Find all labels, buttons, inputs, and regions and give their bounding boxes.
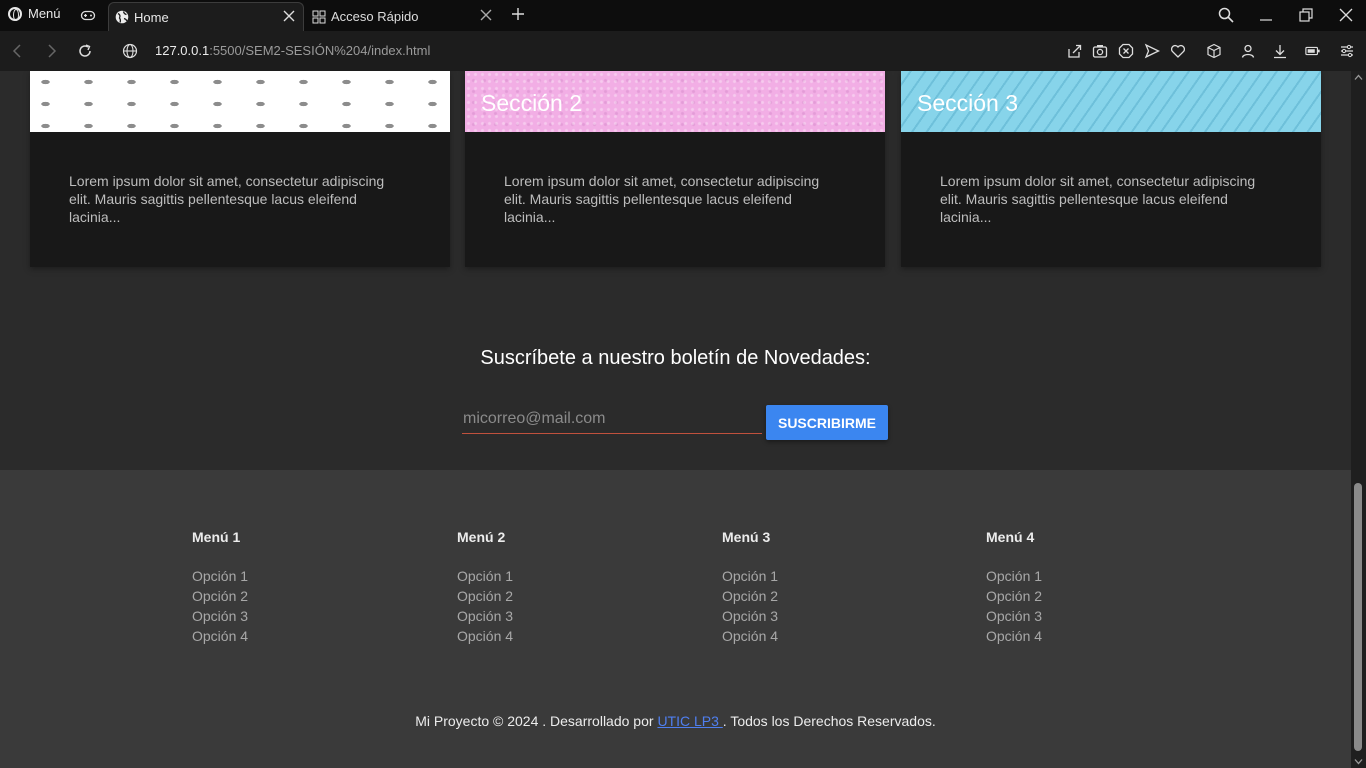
tab-close-icon[interactable] xyxy=(283,10,295,22)
subscribe-button[interactable]: SUSCRIBIRME xyxy=(766,405,888,440)
footer-menu-item[interactable]: Opción 2 xyxy=(722,586,922,606)
footer-menu-item[interactable]: Opción 1 xyxy=(457,566,657,586)
footer-menu-3: Menú 3 Opción 1 Opción 2 Opción 3 Opción… xyxy=(722,529,922,646)
download-icon[interactable] xyxy=(1272,43,1288,59)
send-icon[interactable] xyxy=(1144,43,1160,59)
footer-menu-item[interactable]: Opción 3 xyxy=(457,606,657,626)
footer: Menú 1 Opción 1 Opción 2 Opción 3 Opción… xyxy=(0,470,1351,768)
footer-menu-4: Menú 4 Opción 1 Opción 2 Opción 3 Opción… xyxy=(986,529,1186,646)
tab-home[interactable]: Home xyxy=(108,2,304,31)
section-card-1: Lorem ipsum dolor sit amet, consectetur … xyxy=(30,71,450,267)
url-path: :5500/SEM2-SESIÓN%204/index.html xyxy=(209,43,431,58)
footer-menu-item[interactable]: Opción 1 xyxy=(722,566,922,586)
footer-menu-2: Menú 2 Opción 1 Opción 2 Opción 3 Opción… xyxy=(457,529,657,646)
battery-saver-icon[interactable] xyxy=(1305,43,1321,59)
footer-menu-item[interactable]: Opción 3 xyxy=(192,606,392,626)
newsletter-title: Suscríbete a nuestro boletín de Novedade… xyxy=(480,347,871,369)
footer-menu-list: Opción 1 Opción 2 Opción 3 Opción 4 xyxy=(986,566,1186,646)
copyright-prefix: Mi Proyecto © 2024 . Desarrollado por xyxy=(415,713,658,729)
opera-logo-icon xyxy=(8,6,22,21)
back-icon[interactable] xyxy=(10,43,26,59)
footer-menu-list: Opción 1 Opción 2 Opción 3 Opción 4 xyxy=(192,566,392,646)
tab-title: Home xyxy=(134,9,169,25)
footer-menu-title: Menú 2 xyxy=(457,529,506,545)
footer-menu-item[interactable]: Opción 2 xyxy=(192,586,392,606)
globe-icon xyxy=(115,10,129,24)
browser-tab-bar: Menú Home Acceso Rápido xyxy=(0,0,1366,31)
scroll-down-icon[interactable] xyxy=(1354,757,1363,766)
adblock-icon[interactable] xyxy=(1118,43,1134,59)
close-window-icon[interactable] xyxy=(1337,6,1355,24)
utic-link[interactable]: UTIC LP3 xyxy=(657,713,722,729)
footer-menu-list: Opción 1 Opción 2 Opción 3 Opción 4 xyxy=(722,566,922,646)
footer-menu-item[interactable]: Opción 4 xyxy=(722,626,922,646)
footer-menu-title: Menú 4 xyxy=(986,529,1035,545)
scroll-up-icon[interactable] xyxy=(1354,73,1363,82)
footer-menu-item[interactable]: Opción 4 xyxy=(192,626,392,646)
new-tab-icon[interactable] xyxy=(510,6,526,22)
heart-icon[interactable] xyxy=(1170,43,1186,59)
url-host: 127.0.0.1 xyxy=(155,43,210,58)
footer-menu-title: Menú 3 xyxy=(722,529,771,545)
footer-menu-item[interactable]: Opción 1 xyxy=(192,566,392,586)
easy-setup-icon[interactable] xyxy=(1339,43,1355,59)
section-image: Sección 3 xyxy=(901,71,1321,132)
section-card-2: Sección 2 Lorem ipsum dolor sit amet, co… xyxy=(465,71,885,267)
tab-close-icon[interactable] xyxy=(480,9,492,21)
address-bar: 127.0.0.1:5500/SEM2-SESIÓN%204/index.htm… xyxy=(0,31,1366,72)
email-field[interactable] xyxy=(462,408,762,434)
tab-title: Acceso Rápido xyxy=(331,9,419,24)
copyright: Mi Proyecto © 2024 . Desarrollado por UT… xyxy=(0,713,1351,729)
browser-menu-label: Menú xyxy=(28,6,61,21)
footer-menu-item[interactable]: Opción 2 xyxy=(457,586,657,606)
section-title: Sección 2 xyxy=(481,90,583,116)
reload-icon[interactable] xyxy=(77,43,93,59)
footer-menu-item[interactable]: Opción 1 xyxy=(986,566,1186,586)
footer-menu-item[interactable]: Opción 3 xyxy=(722,606,922,626)
restore-icon[interactable] xyxy=(1297,6,1315,24)
grid-icon xyxy=(312,10,326,24)
url-field[interactable]: 127.0.0.1:5500/SEM2-SESIÓN%204/index.htm… xyxy=(155,43,430,58)
section-card-3: Sección 3 Lorem ipsum dolor sit amet, co… xyxy=(901,71,1321,267)
gamepad-icon[interactable] xyxy=(80,7,96,23)
section-text: Lorem ipsum dolor sit amet, consectetur … xyxy=(940,173,1256,225)
browser-menu-button[interactable]: Menú xyxy=(8,6,61,21)
footer-menu-item[interactable]: Opción 4 xyxy=(457,626,657,646)
section-image: Sección 2 xyxy=(465,71,885,132)
extensions-cube-icon[interactable] xyxy=(1206,43,1222,59)
search-tabs-icon[interactable] xyxy=(1217,6,1235,24)
footer-menu-list: Opción 1 Opción 2 Opción 3 Opción 4 xyxy=(457,566,657,646)
page-scrollbar[interactable] xyxy=(1351,71,1366,768)
minimize-icon[interactable] xyxy=(1257,6,1275,24)
footer-menu-title: Menú 1 xyxy=(192,529,241,545)
section-text: Lorem ipsum dolor sit amet, consectetur … xyxy=(504,173,820,225)
page-content: Lorem ipsum dolor sit amet, consectetur … xyxy=(0,71,1351,768)
section-title: Sección 3 xyxy=(917,90,1019,116)
section-text: Lorem ipsum dolor sit amet, consectetur … xyxy=(69,173,385,225)
footer-menu-item[interactable]: Opción 2 xyxy=(986,586,1186,606)
copyright-suffix: . Todos los Derechos Reservados. xyxy=(722,713,936,729)
footer-menu-item[interactable]: Opción 4 xyxy=(986,626,1186,646)
profile-icon[interactable] xyxy=(1240,43,1256,59)
site-info-globe-icon[interactable] xyxy=(122,43,138,59)
scrollbar-thumb[interactable] xyxy=(1354,483,1362,751)
tab-acceso-rapido[interactable]: Acceso Rápido xyxy=(310,2,500,31)
section-image xyxy=(30,71,450,132)
footer-menu-item[interactable]: Opción 3 xyxy=(986,606,1186,626)
share-icon[interactable] xyxy=(1066,43,1082,59)
camera-icon[interactable] xyxy=(1092,43,1108,59)
footer-menu-1: Menú 1 Opción 1 Opción 2 Opción 3 Opción… xyxy=(192,529,392,646)
forward-icon[interactable] xyxy=(43,43,59,59)
